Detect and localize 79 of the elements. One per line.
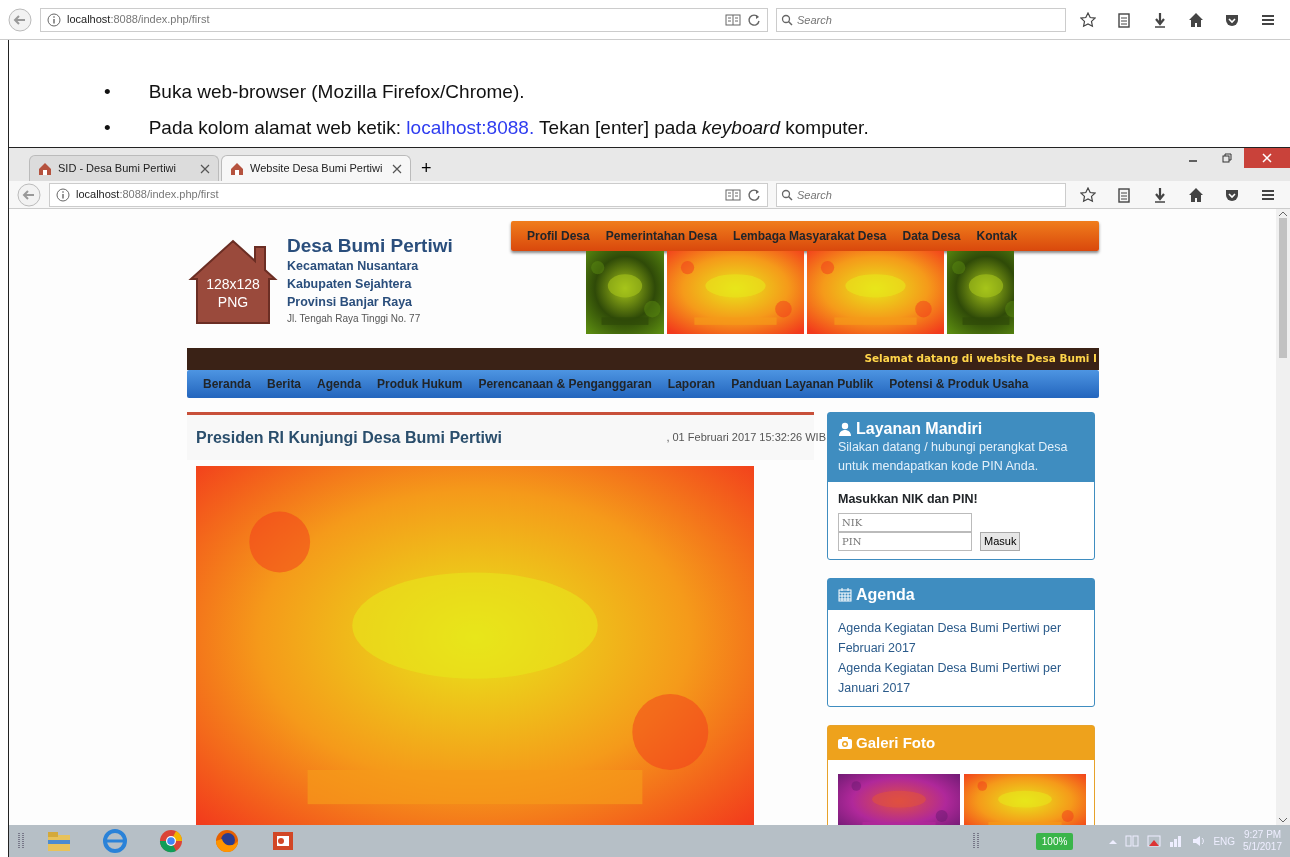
user-icon: [838, 421, 852, 436]
clipboard-icon[interactable]: [1116, 11, 1132, 28]
new-tab-button[interactable]: +: [413, 155, 440, 181]
instruction-text: Pada kolom alamat web ketik: localhost:8088. Tekan [enter] pada keyboard komputer.: [148, 116, 869, 140]
scrollbar-thumb[interactable]: [1279, 218, 1287, 358]
site-title: Desa Bumi Pertiwi: [287, 235, 453, 257]
search-icon: [781, 13, 793, 26]
back-button[interactable]: [8, 7, 32, 32]
clipboard-icon[interactable]: [1116, 186, 1132, 203]
home-icon[interactable]: [1188, 11, 1204, 28]
menu-link[interactable]: Data Desa: [902, 227, 961, 245]
reader-view-icon[interactable]: [725, 12, 741, 27]
logo-text: 128x128: [206, 275, 260, 293]
card-description: Silakan datang / hubungi perangkat Desa untuk mendapatkan kode PIN Anda.: [838, 439, 1069, 476]
bullet-marker: •: [104, 116, 111, 140]
welcome-marquee: Selamat datang di website Desa Bumi I: [187, 348, 1099, 370]
site-subtitle: Kecamatan Nusantara: [287, 258, 420, 275]
reader-view-icon[interactable]: [725, 187, 741, 202]
agenda-link[interactable]: Agenda Kegiatan Desa Bumi Pertiwi per Februari 2017: [838, 618, 1084, 659]
search-field[interactable]: Search: [776, 182, 1066, 207]
bookmark-star-icon[interactable]: [1080, 186, 1096, 203]
nav-link[interactable]: Potensi & Produk Usaha: [889, 375, 1029, 393]
scroll-down-icon[interactable]: [1279, 818, 1287, 823]
form-title: Masukkan NIK dan PIN!: [838, 491, 979, 509]
house-icon: [230, 161, 244, 176]
calendar-icon: [838, 587, 852, 602]
article-date: , 01 Februari 2017 15:32:26 WIB: [666, 430, 826, 446]
agenda-link[interactable]: Agenda Kegiatan Desa Bumi Pertiwi per Januari 2017: [838, 658, 1084, 699]
info-icon[interactable]: [47, 12, 61, 27]
bullet-marker: •: [104, 80, 111, 104]
camera-icon: [838, 737, 852, 750]
site-address: Jl. Tengah Raya Tinggi No. 77: [287, 312, 422, 326]
menu-link[interactable]: Lembaga Masyarakat Desa: [733, 227, 887, 245]
close-icon[interactable]: [392, 163, 402, 174]
maximize-icon[interactable]: [1222, 153, 1232, 163]
download-icon[interactable]: [1152, 11, 1168, 28]
nav-link[interactable]: Laporan: [667, 375, 716, 393]
search-icon: [781, 188, 793, 201]
back-button[interactable]: [17, 182, 41, 207]
login-button[interactable]: Masuk: [980, 531, 1021, 551]
firefox-icon[interactable]: [213, 827, 241, 855]
address-link[interactable]: localhost:8088.: [406, 117, 535, 138]
browser-tab[interactable]: SID - Desa Bumi Pertiwi: [29, 155, 219, 181]
grip-icon[interactable]: [17, 831, 25, 851]
card-title: Layanan Mandiri: [856, 419, 983, 439]
nav-link[interactable]: Agenda: [317, 375, 362, 393]
reload-icon[interactable]: [747, 187, 761, 202]
house-icon: [38, 161, 52, 176]
article-title[interactable]: Presiden RI Kunjungi Desa Bumi Pertiwi: [196, 425, 502, 450]
logo-text: PNG: [217, 293, 249, 311]
reload-icon[interactable]: [747, 12, 761, 27]
home-icon[interactable]: [1188, 186, 1204, 203]
battery-indicator[interactable]: 100%: [1035, 832, 1074, 850]
info-icon[interactable]: [56, 187, 70, 202]
tray-alert-icon[interactable]: [1147, 834, 1162, 848]
site-subtitle: Provinsi Banjar Raya: [287, 294, 414, 311]
menu-link[interactable]: Pemerintahan Desa: [605, 227, 718, 245]
browser-tab[interactable]: Website Desa Bumi Pertiwi: [221, 155, 411, 181]
scroll-up-icon[interactable]: [1279, 211, 1287, 216]
close-icon[interactable]: [200, 163, 210, 174]
nav-link[interactable]: Berita: [267, 375, 302, 393]
nik-field[interactable]: NIK: [838, 512, 972, 532]
menu-link[interactable]: Profil Desa: [527, 227, 590, 245]
url-text[interactable]: localhost:8088/index.php/first: [76, 186, 219, 203]
nav-link[interactable]: Panduan Layanan Publik: [731, 375, 874, 393]
menu-link[interactable]: Kontak: [976, 227, 1018, 245]
grip-icon[interactable]: [971, 831, 980, 851]
instruction-text: Buka web-browser (Mozilla Firefox/Chrome).: [148, 80, 525, 104]
nav-link[interactable]: Perencanaan & Penganggaran: [478, 375, 652, 393]
chrome-icon[interactable]: [157, 827, 185, 855]
nav-link[interactable]: Produk Hukum: [377, 375, 463, 393]
bookmark-star-icon[interactable]: [1080, 11, 1096, 28]
url-text[interactable]: localhost:8088/index.php/first: [67, 11, 210, 28]
nav-link[interactable]: Beranda: [203, 375, 252, 393]
card-title: Galeri Foto: [856, 734, 936, 753]
search-field[interactable]: Search: [776, 7, 1066, 32]
site-subtitle: Kabupaten Sejahtera: [287, 276, 413, 293]
download-icon[interactable]: [1152, 186, 1168, 203]
card-title: Agenda: [856, 584, 915, 605]
